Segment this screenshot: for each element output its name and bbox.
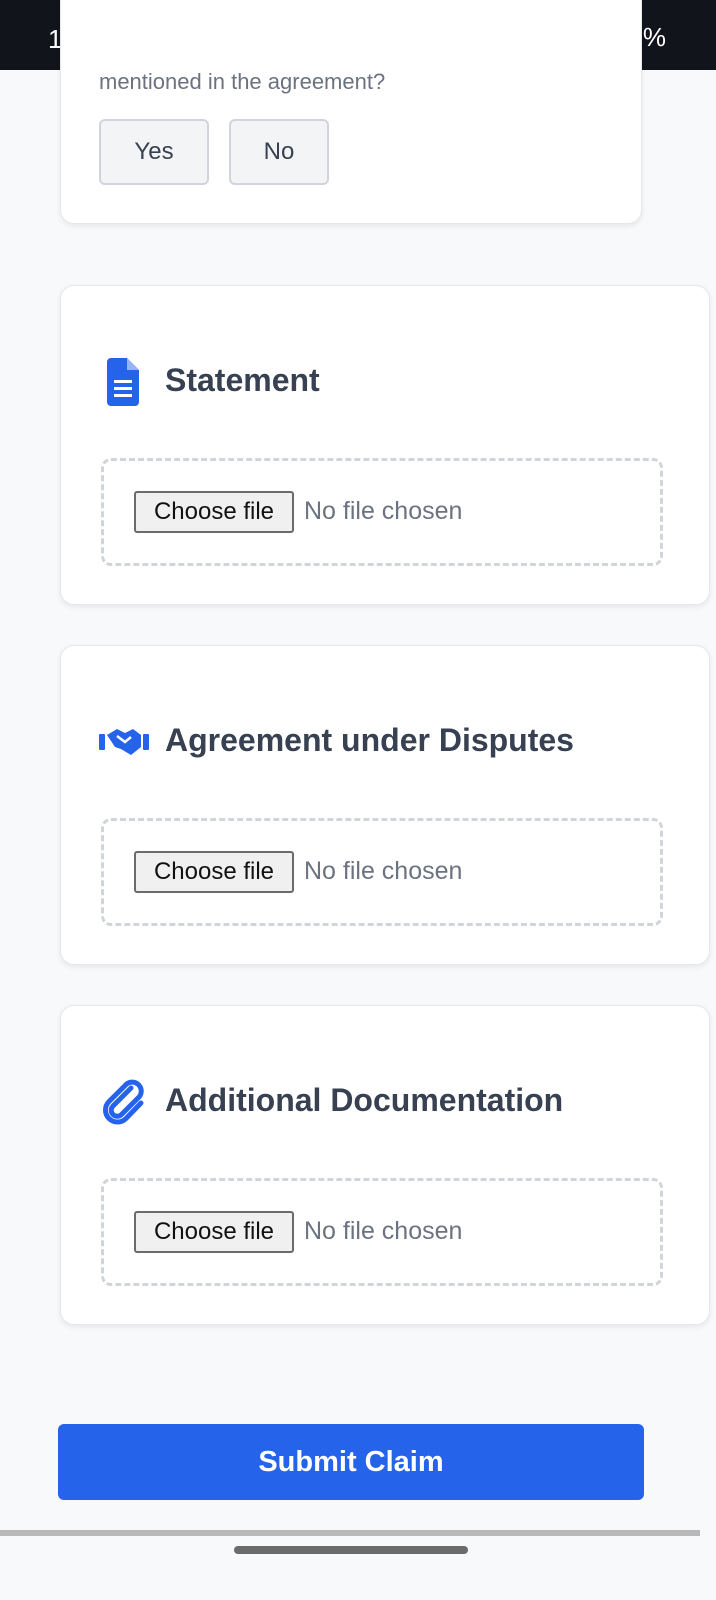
file-dropzone[interactable]: Choose file No file chosen bbox=[101, 458, 663, 566]
additional-docs-card: Additional Documentation Choose file No … bbox=[60, 1005, 710, 1325]
choose-file-button[interactable]: Choose file bbox=[134, 851, 294, 893]
section-title: Additional Documentation bbox=[165, 1082, 564, 1118]
paperclip-icon bbox=[103, 1079, 144, 1125]
bottom-divider bbox=[0, 1530, 700, 1536]
section-title: Agreement under Disputes bbox=[165, 722, 574, 758]
no-button[interactable]: No bbox=[229, 119, 329, 185]
question-card: mentioned in the agreement? Yes No bbox=[60, 0, 642, 224]
statement-card: Statement Choose file No file chosen bbox=[60, 285, 710, 605]
submit-claim-button[interactable]: Submit Claim bbox=[58, 1424, 644, 1500]
document-icon bbox=[107, 358, 139, 406]
choose-file-button[interactable]: Choose file bbox=[134, 1211, 294, 1253]
yes-button[interactable]: Yes bbox=[99, 119, 209, 185]
home-indicator[interactable] bbox=[234, 1546, 468, 1554]
agreement-card: Agreement under Disputes Choose file No … bbox=[60, 645, 710, 965]
file-status: No file chosen bbox=[304, 857, 463, 885]
file-status: No file chosen bbox=[304, 497, 463, 525]
file-dropzone[interactable]: Choose file No file chosen bbox=[101, 818, 663, 926]
choose-file-button[interactable]: Choose file bbox=[134, 491, 294, 533]
file-status: No file chosen bbox=[304, 1217, 463, 1245]
section-title: Statement bbox=[165, 362, 320, 398]
file-dropzone[interactable]: Choose file No file chosen bbox=[101, 1178, 663, 1286]
handshake-icon bbox=[99, 729, 149, 755]
question-text: mentioned in the agreement? bbox=[99, 69, 386, 94]
